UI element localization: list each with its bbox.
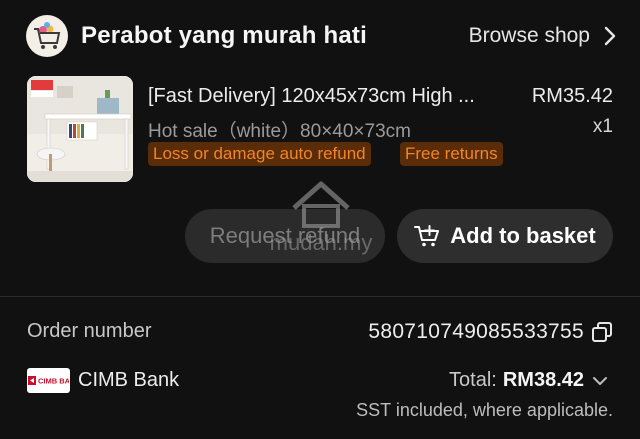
product-price: RM35.42 bbox=[531, 85, 613, 107]
shop-avatar[interactable] bbox=[26, 15, 68, 57]
sst-note: SST included, where applicable. bbox=[356, 400, 613, 420]
order-number-label: Order number bbox=[27, 320, 152, 342]
cimb-logo-icon: CIMB BANK bbox=[28, 376, 69, 386]
add-to-basket-label: Add to basket bbox=[450, 223, 596, 248]
bank-name: CIMB Bank bbox=[78, 369, 180, 391]
add-to-basket-button[interactable]: Add to basket bbox=[397, 209, 613, 263]
chevron-down-icon[interactable] bbox=[591, 374, 609, 388]
order-total[interactable]: Total: RM38.42 bbox=[449, 369, 584, 392]
browse-shop-link[interactable]: Browse shop bbox=[469, 24, 618, 48]
cimb-logo-text: CIMB BANK bbox=[38, 377, 69, 386]
product-thumbnail[interactable] bbox=[27, 76, 133, 182]
total-label: Total: bbox=[449, 369, 497, 391]
total-amount: RM38.42 bbox=[502, 369, 584, 391]
shop-header: Perabot yang murah hati Browse shop bbox=[26, 14, 618, 58]
chevron-right-icon bbox=[604, 26, 616, 46]
tag-auto-refund: Loss or damage auto refund bbox=[148, 142, 371, 166]
product-title[interactable]: [Fast Delivery] 120x45x73cm High ... bbox=[148, 85, 475, 108]
shopping-cart-logo-icon bbox=[34, 22, 61, 49]
tag-free-returns: Free returns bbox=[400, 142, 503, 166]
product-variant: Hot sale（white）80×40×73cm bbox=[148, 121, 411, 142]
cart-plus-icon bbox=[414, 225, 440, 247]
desk-product-image bbox=[27, 76, 133, 182]
order-number-value: 580710749085533755 bbox=[368, 320, 584, 343]
browse-shop-label: Browse shop bbox=[468, 24, 590, 47]
shop-name[interactable]: Perabot yang murah hati bbox=[81, 22, 367, 50]
cimb-bank-logo: CIMB BANK bbox=[27, 368, 70, 393]
product-quantity: x1 bbox=[592, 116, 613, 137]
request-refund-label: Request refund bbox=[209, 223, 361, 248]
copy-icon[interactable] bbox=[591, 321, 613, 343]
section-divider bbox=[0, 296, 640, 297]
order-detail-page: Perabot yang murah hati Browse shop [Fas… bbox=[0, 0, 640, 439]
request-refund-button[interactable]: Request refund bbox=[185, 209, 385, 263]
